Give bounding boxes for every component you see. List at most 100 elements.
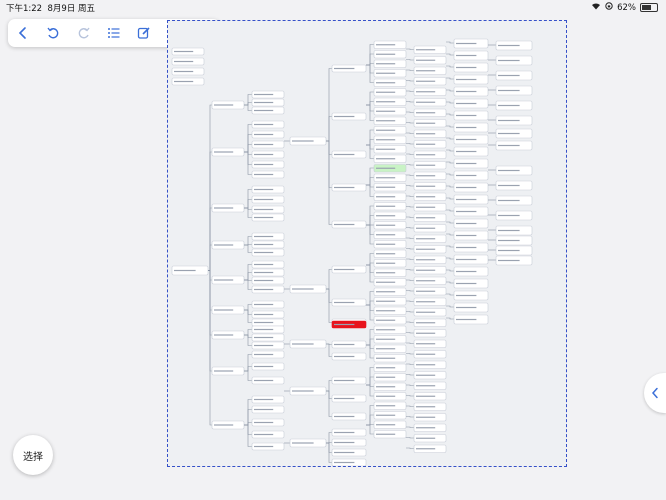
chevron-left-icon — [651, 387, 658, 399]
mindmap-node-text — [416, 217, 436, 219]
mindmap-node-text — [254, 279, 274, 282]
mindmap-node-text — [334, 67, 355, 70]
side-panel-toggle[interactable] — [644, 373, 666, 413]
mindmap-connector — [406, 164, 414, 166]
mindmap-node-text — [416, 206, 436, 208]
mindmap-node-text — [456, 78, 477, 81]
mindmap-node-text — [292, 140, 314, 142]
mindmap-node-text — [254, 353, 274, 356]
lock-rotation-icon — [605, 2, 613, 13]
mindmap-node-text — [416, 49, 436, 51]
mindmap-connector — [446, 41, 454, 44]
mindmap-connector — [366, 104, 374, 121]
mindmap-connector — [446, 101, 454, 104]
mindmap-node-text — [376, 424, 396, 426]
mindmap-node-text — [376, 329, 396, 331]
mindmap-node-text — [334, 153, 355, 156]
mindmap-node-text — [456, 102, 477, 105]
mindmap-node-text — [254, 408, 274, 411]
edit-button[interactable] — [133, 22, 155, 44]
mindmap-node-text — [376, 376, 396, 378]
mindmap-node-text — [214, 151, 234, 153]
mindmap-connector — [244, 144, 252, 153]
mindmap-connector — [244, 272, 252, 281]
mindmap-node-text — [416, 112, 436, 114]
mindmap-node-text — [334, 461, 355, 464]
mindmap-node-text — [254, 421, 274, 424]
mindmap-node-text — [292, 442, 314, 444]
mindmap-node-text — [416, 448, 436, 450]
mindmap-node-text — [416, 343, 436, 345]
undo-button[interactable] — [42, 22, 64, 44]
mindmap-connector — [244, 366, 252, 372]
mindmap-connector — [406, 395, 414, 397]
mindmap-node-text — [254, 344, 274, 347]
mindmap-node-text — [376, 63, 396, 65]
mindmap-connector — [366, 101, 374, 106]
mindmap-connector — [446, 137, 454, 140]
mindmap-connector — [446, 293, 454, 296]
mindmap-node-text — [456, 150, 477, 153]
mindmap-node-text — [292, 343, 314, 345]
mindmap-node-text — [498, 74, 520, 77]
mindmap-connector — [406, 353, 414, 355]
mindmap-node-text — [254, 379, 274, 382]
mindmap-node-text — [456, 270, 477, 273]
mindmap-node-text — [254, 433, 274, 436]
mindmap-canvas[interactable] — [167, 20, 567, 467]
mindmap-connector — [406, 426, 414, 428]
mindmap-connector — [406, 132, 414, 134]
mindmap-node-text — [292, 390, 314, 392]
mindmap-node-text — [254, 398, 274, 401]
wifi-icon — [591, 2, 601, 13]
mindmap-connector — [446, 65, 454, 68]
mindmap-node-text — [456, 66, 477, 69]
mindmap-connector — [446, 317, 454, 320]
mindmap-node-text — [498, 259, 520, 262]
mindmap-node-text — [416, 385, 436, 387]
mindmap-node-text — [498, 132, 520, 135]
mindmap-connector — [406, 143, 414, 145]
mindmap-node-text — [376, 433, 396, 435]
list-icon — [107, 28, 120, 38]
mindmap-connector — [406, 342, 414, 344]
mindmap-node-text — [254, 445, 274, 448]
mindmap-node-text — [376, 205, 396, 207]
mindmap-connector — [446, 257, 454, 260]
select-button[interactable]: 选择 — [13, 435, 53, 475]
mindmap-node-text — [254, 243, 274, 246]
mindmap-node-text — [334, 431, 355, 434]
redo-button[interactable] — [73, 22, 95, 44]
mindmap-node-text — [214, 370, 234, 372]
mindmap-node-text — [416, 364, 436, 366]
back-button[interactable] — [12, 22, 34, 44]
mindmap-node-text — [254, 288, 274, 291]
redo-icon — [78, 27, 90, 39]
mindmap-connector — [366, 344, 374, 359]
mindmap-connector — [326, 343, 332, 357]
mindmap-node-text — [214, 207, 234, 209]
mindmap-node-text — [416, 427, 436, 429]
chevron-left-icon — [19, 27, 26, 39]
mindmap-node-text — [254, 321, 274, 324]
mindmap-node-text — [456, 138, 477, 141]
pencil-square-icon — [138, 27, 150, 39]
mindmap-node-text — [254, 93, 274, 96]
mindmap-node-text — [416, 122, 436, 124]
mindmap-node-text — [416, 133, 436, 135]
mindmap-node-text — [456, 42, 477, 45]
mindmap-node-text — [416, 70, 436, 72]
mindmap-connector — [406, 185, 414, 187]
status-date: 8月9日 周五 — [47, 4, 96, 14]
mindmap-connector — [406, 153, 414, 155]
mindmap-node-text — [498, 104, 520, 107]
mindmap-node-text — [376, 167, 396, 169]
mindmap-node-text — [456, 198, 477, 201]
outline-button[interactable] — [103, 22, 125, 44]
mindmap-connector — [406, 384, 414, 386]
mindmap-node-text — [416, 238, 436, 240]
mindmap-node-text — [456, 114, 477, 117]
mindmap-connector — [406, 206, 414, 208]
mindmap-connector — [366, 264, 374, 283]
mindmap-node-text — [456, 210, 477, 213]
